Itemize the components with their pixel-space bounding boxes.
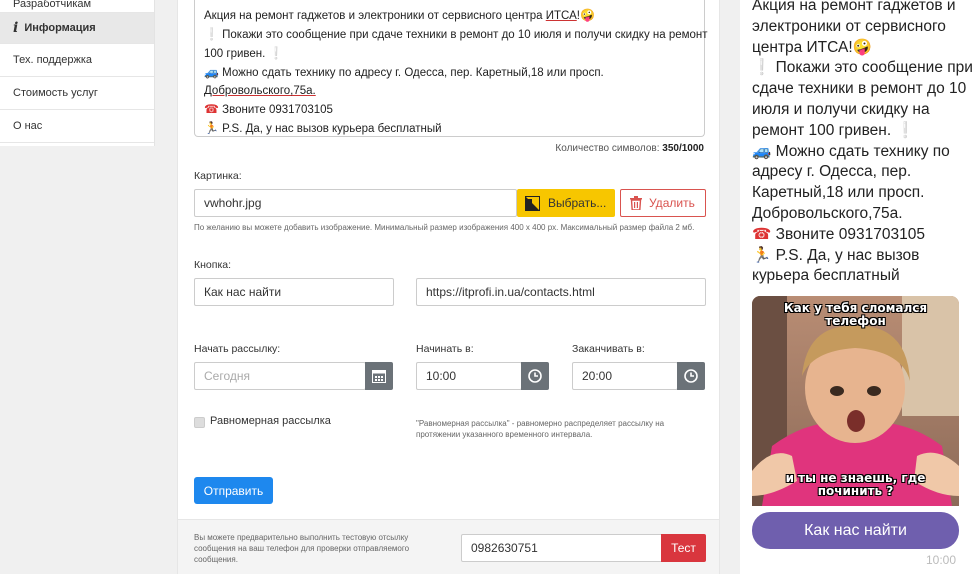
start-time-button[interactable] <box>521 362 549 390</box>
message-text: Акция на ремонт гаджетов и электроники о… <box>204 10 546 22</box>
button-text-input[interactable]: Как нас найти <box>194 278 394 306</box>
start-time-label: Начинать в: <box>416 343 474 355</box>
message-text: Покажи это сообщение при сдаче техники в… <box>218 29 708 41</box>
button-url-input[interactable]: https://itprofi.in.ua/contacts.html <box>416 278 706 306</box>
info-icon: i <box>13 20 19 36</box>
telephone-icon: ☎ <box>752 225 772 243</box>
counter-current: 350 <box>662 143 679 154</box>
message-text: Добровольского,75а. <box>204 85 316 97</box>
message-text: ИТСА <box>545 10 577 22</box>
end-time-input[interactable]: 20:00 <box>572 362 678 390</box>
start-time-input[interactable]: 10:00 <box>416 362 522 390</box>
meme-top-caption: Как у тебя сломался телефон <box>783 301 928 328</box>
sidebar: Разработчикам i Информация Тех. поддержк… <box>0 0 155 146</box>
end-time-button[interactable] <box>677 362 705 390</box>
sidebar-item-label: О нас <box>13 120 43 132</box>
smiley-icon: 🤪 <box>852 38 872 56</box>
counter-label: Количество символов: <box>555 143 663 154</box>
message-preview: Акция на ремонт гаджетов и электроники о… <box>740 0 978 574</box>
exclamation-icon: ❕ <box>204 27 219 41</box>
test-button[interactable]: Тест <box>661 534 706 562</box>
test-phone-input[interactable]: 0982630751 <box>461 534 662 562</box>
message-text: Звоните 0931703105 <box>218 104 333 116</box>
trash-icon <box>630 196 642 210</box>
calendar-icon <box>372 370 386 383</box>
sidebar-item-label: Разработчикам <box>13 0 92 10</box>
preview-timestamp: 10:00 <box>925 553 956 567</box>
choose-image-label: Выбрать... <box>548 196 607 210</box>
character-counter: Количество символов: 350/1000 <box>555 143 704 154</box>
sidebar-item-label: Тех. поддержка <box>13 54 93 66</box>
exclamation-icon: ❕ <box>895 121 915 139</box>
preview-paragraph: Звоните 0931703105 <box>771 225 925 243</box>
delete-image-label: Удалить <box>649 196 695 210</box>
preview-cta-button[interactable]: Как нас найти <box>752 512 959 549</box>
uniform-label: Равномерная рассылка <box>210 415 331 427</box>
delete-image-button[interactable]: Удалить <box>620 189 706 217</box>
test-panel: Вы можете предварительно выполнить тесто… <box>178 519 719 574</box>
clock-icon <box>684 369 698 383</box>
counter-max: /1000 <box>678 143 704 154</box>
sidebar-item-pricing[interactable]: Стоимость услуг <box>0 77 154 110</box>
sidebar-item-label: Стоимость услуг <box>13 87 98 99</box>
smiley-icon: 🤪 <box>579 8 595 22</box>
telephone-icon: ☎ <box>204 102 219 116</box>
uniform-checkbox[interactable] <box>194 417 205 428</box>
image-label: Картинка: <box>194 170 242 182</box>
sidebar-item-developers[interactable]: Разработчикам <box>0 0 154 13</box>
meme-bottom-caption: и ты не знаешь, где починить ? <box>785 471 926 498</box>
uniform-hint: "Равномерная рассылка" - равномерно расп… <box>416 419 665 439</box>
button-label: Кнопка: <box>194 259 232 271</box>
preview-paragraph: P.S. Да, у нас вызов курьера бесплатный <box>752 246 920 285</box>
car-icon: 🚙 <box>752 142 772 160</box>
runner-icon: 🏃 <box>204 121 219 135</box>
sidebar-item-label: Информация <box>24 22 96 34</box>
exclamation-icon: ❕ <box>752 59 772 77</box>
sidebar-item-support[interactable]: Тех. поддержка <box>0 44 154 77</box>
image-icon <box>525 195 540 211</box>
preview-text: Акция на ремонт гаджетов и электроники о… <box>752 0 974 287</box>
message-text: 100 гривен. <box>204 48 269 60</box>
exclamation-icon: ❕ <box>268 46 284 60</box>
car-icon: 🚙 <box>204 65 219 79</box>
start-date-input[interactable]: Сегодня <box>194 362 366 390</box>
sidebar-item-information[interactable]: i Информация <box>0 13 154 44</box>
choose-image-button[interactable]: Выбрать... <box>517 189 615 217</box>
clock-icon <box>528 369 542 383</box>
send-button[interactable]: Отправить <box>194 477 273 504</box>
image-hint: По желанию вы можете добавить изображени… <box>194 223 695 232</box>
end-time-label: Заканчивать в: <box>572 343 645 355</box>
start-date-label: Начать рассылку: <box>194 343 281 355</box>
message-form: Акция на ремонт гаджетов и электроники о… <box>177 0 720 574</box>
message-text: P.S. Да, у нас вызов курьера бесплатный <box>218 123 442 135</box>
image-filename-input[interactable]: vwhohr.jpg <box>194 189 517 217</box>
preview-paragraph: Можно сдать технику по адресу г. Одесса,… <box>752 142 950 222</box>
sidebar-item-about[interactable]: О нас <box>0 110 154 143</box>
preview-paragraph: Покажи это сообщение при сдаче техники в… <box>752 59 973 139</box>
calendar-button[interactable] <box>365 362 393 390</box>
test-hint: Вы можете предварительно выполнить тесто… <box>194 533 410 564</box>
runner-icon: 🏃 <box>752 246 772 264</box>
message-textarea[interactable]: Акция на ремонт гаджетов и электроники о… <box>194 0 708 137</box>
meme-image: Как у тебя сломался телефон и ты не знае… <box>752 296 959 506</box>
message-text: Можно сдать технику по адресу г. Одесса,… <box>218 67 604 79</box>
